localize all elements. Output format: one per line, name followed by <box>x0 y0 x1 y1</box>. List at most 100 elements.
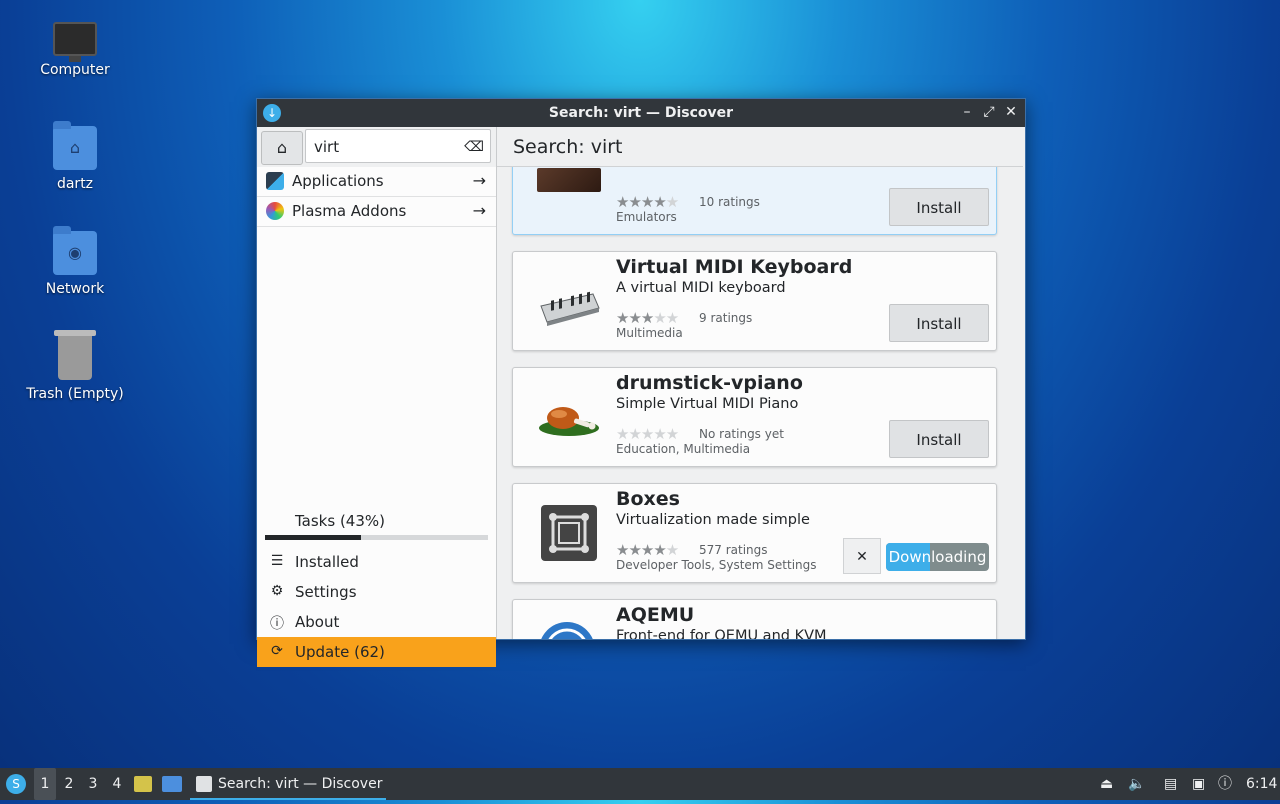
trash-icon <box>54 330 96 380</box>
nav-label: Installed <box>295 553 359 571</box>
workspace-2[interactable]: 2 <box>58 768 80 800</box>
plasma-addons-icon <box>266 202 284 220</box>
nav-label: About <box>295 613 340 631</box>
update-icon: ⟳ <box>271 643 283 659</box>
desktop-icon-label: Network <box>45 281 105 297</box>
desktop-icon-computer[interactable]: Computer <box>20 16 130 78</box>
app-name: drumstick-vpiano <box>616 372 803 394</box>
app-summary: Simple Virtual MIDI Piano <box>616 396 799 412</box>
app-summary: Front-end for QEMU and KVM <box>616 628 827 639</box>
install-button[interactable]: Install <box>889 420 989 458</box>
start-menu-button[interactable]: S <box>4 768 28 800</box>
clipboard-icon[interactable]: ▤ <box>1164 768 1182 800</box>
rating-stars: ★★★★★ <box>616 309 679 327</box>
main-panel: Search: virt ★★★★★ 10 ratings Emulators … <box>497 127 1023 639</box>
app-category: Emulators <box>616 210 677 224</box>
search-input[interactable]: virt ⌫ <box>305 129 491 163</box>
close-button[interactable]: ✕ <box>1003 104 1019 120</box>
desktop-icon-dartz[interactable]: ⌂ dartz <box>20 121 130 192</box>
sidebar-item-plasma-addons[interactable]: Plasma Addons → <box>257 197 496 227</box>
arrow-right-icon: → <box>472 201 486 220</box>
desktop-icon-label: dartz <box>56 176 94 192</box>
sidebar-item-label: Plasma Addons <box>292 202 407 220</box>
gear-icon: ⚙ <box>270 583 284 599</box>
workspace-4[interactable]: 4 <box>106 768 128 800</box>
search-row: ⌂ virt ⌫ <box>257 127 496 167</box>
nav-settings[interactable]: ⚙ Settings <box>257 577 496 607</box>
nav-label: Update (62) <box>295 643 385 661</box>
page-title: Search: virt <box>497 127 1023 167</box>
desktop-icon-trash[interactable]: Trash (Empty) <box>20 330 130 402</box>
tasks-progress-bar <box>265 535 488 540</box>
task-title: Search: virt — Discover <box>218 776 383 792</box>
sidebar-item-applications[interactable]: Applications → <box>257 167 496 197</box>
ratings-count: 9 ratings <box>699 311 753 325</box>
minimize-button[interactable]: – <box>959 104 975 120</box>
rating-stars: ★★★★★ <box>616 425 679 443</box>
nav-about[interactable]: ⓘ About <box>257 607 496 637</box>
discover-task-icon <box>196 776 212 792</box>
network-folder-icon: ◉ <box>53 226 97 275</box>
app-summary: Virtualization made simple <box>616 512 810 528</box>
cancel-download-button[interactable]: ✕ <box>843 538 881 574</box>
install-button[interactable]: Install <box>889 188 989 226</box>
result-card-emulator[interactable]: ★★★★★ 10 ratings Emulators Install <box>512 167 997 235</box>
workspace-3[interactable]: 3 <box>82 768 104 800</box>
results-list[interactable]: ★★★★★ 10 ratings Emulators Install Virtu… <box>497 167 1023 639</box>
nav-label: Settings <box>295 583 357 601</box>
window-titlebar[interactable]: ↓ Search: virt — Discover – ⤢ ✕ <box>257 99 1025 127</box>
keyboard-icon <box>540 291 600 326</box>
nav-update[interactable]: ⟳ Update (62) <box>257 637 496 667</box>
close-icon: ✕ <box>856 549 868 565</box>
home-folder-icon: ⌂ <box>53 121 97 170</box>
desktop-icon-network[interactable]: ◉ Network <box>20 226 130 297</box>
tasks-progress-fill <box>265 535 361 540</box>
taskbar-task-discover[interactable]: Search: virt — Discover <box>190 768 386 800</box>
boxes-icon <box>541 505 597 561</box>
network-icon[interactable]: ▣ <box>1192 768 1210 800</box>
app-thumbnail <box>537 168 601 192</box>
window-title: Search: virt — Discover <box>548 105 734 121</box>
start-menu-icon: S <box>6 774 26 794</box>
home-button[interactable]: ⌂ <box>261 131 303 165</box>
clear-search-icon[interactable]: ⌫ <box>464 130 484 164</box>
app-summary: A virtual MIDI keyboard <box>616 280 786 296</box>
taskbar: S 1 2 3 4 Search: virt — Discover ⏏ 🔈 ▤ … <box>0 768 1280 800</box>
volume-icon[interactable]: 🔈 <box>1128 768 1146 800</box>
result-card-boxes[interactable]: Boxes Virtualization made simple ★★★★★ 5… <box>512 483 997 583</box>
install-button[interactable]: Install <box>889 304 989 342</box>
monitor-icon <box>53 22 97 62</box>
sidebar: ⌂ virt ⌫ Applications → Plasma Addons → … <box>257 127 497 667</box>
result-card-drumstick-vpiano[interactable]: drumstick-vpiano Simple Virtual MIDI Pia… <box>512 367 997 467</box>
sidebar-item-label: Applications <box>292 172 384 190</box>
clock[interactable]: 6:14 <box>1246 768 1277 800</box>
maximize-button[interactable]: ⤢ <box>981 104 997 120</box>
applications-icon <box>266 172 284 190</box>
download-progress[interactable]: Downloading <box>886 543 989 571</box>
app-name: Boxes <box>616 488 680 510</box>
update-notifier-icon[interactable]: ⓘ <box>1218 768 1236 800</box>
app-category: Developer Tools, System Settings <box>616 558 817 572</box>
app-name: AQEMU <box>616 604 695 626</box>
result-card-aqemu[interactable]: AQEMU Front-end for QEMU and KVM <box>512 599 997 639</box>
eject-icon[interactable]: ⏏ <box>1100 768 1116 800</box>
home-icon: ⌂ <box>276 138 288 157</box>
drumstick-icon <box>539 407 599 436</box>
ratings-count: 577 ratings <box>699 543 768 557</box>
app-category: Education, Multimedia <box>616 442 751 456</box>
tasks-label: Tasks (43%) <box>295 512 385 530</box>
rating-stars: ★★★★★ <box>616 193 679 211</box>
workspace-1[interactable]: 1 <box>34 768 56 800</box>
file-manager-launcher-icon[interactable] <box>134 768 154 800</box>
discover-window: ↓ Search: virt — Discover – ⤢ ✕ ⌂ virt ⌫… <box>256 98 1026 667</box>
nav-installed[interactable]: ☰ Installed <box>257 547 496 577</box>
ratings-count: 10 ratings <box>699 195 760 209</box>
download-progress-label: Downloading <box>888 548 987 566</box>
app-category: Multimedia <box>616 326 683 340</box>
result-card-vmpk[interactable]: Virtual MIDI Keyboard A virtual MIDI key… <box>512 251 997 351</box>
show-desktop-icon[interactable] <box>162 768 184 800</box>
desktop-icon-label: Computer <box>40 62 110 78</box>
ratings-count: No ratings yet <box>699 427 784 441</box>
rating-stars: ★★★★★ <box>616 541 679 559</box>
tasks-progress[interactable]: Tasks (43%) <box>257 509 496 540</box>
